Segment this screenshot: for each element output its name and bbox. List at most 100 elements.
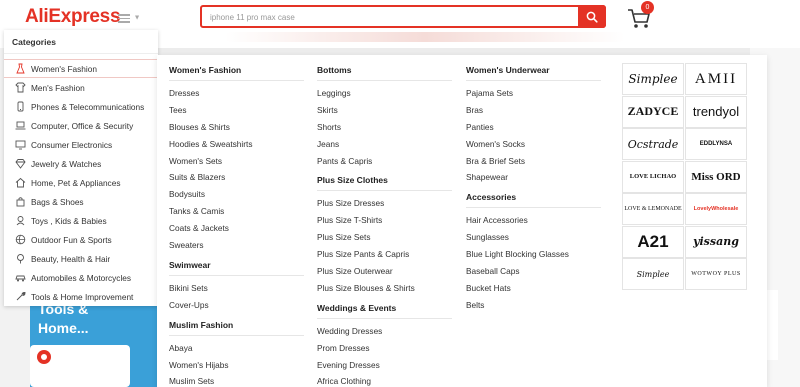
brand-logo[interactable]: trendyol [685,95,747,128]
menu-section-title[interactable]: Weddings & Events [317,301,457,315]
brand-logo[interactable]: Simplee [622,258,684,290]
category-item[interactable]: Automobiles & Motorcycles [4,268,158,287]
menu-link[interactable]: Leggings [317,85,457,102]
menu-link[interactable]: Plus Size Blouses & Shirts [317,280,457,297]
menu-link[interactable]: Blouses & Shirts [169,119,309,136]
menu-link[interactable]: Shapewear [466,169,606,186]
brand-logo[interactable]: Simplee [622,63,684,95]
divider [169,334,304,336]
brand-logo[interactable]: LovelyWholesale [685,193,747,225]
menu-link[interactable]: Evening Dresses [317,357,457,374]
category-item[interactable]: Tools & Home Improvement [4,287,158,306]
menu-section-title[interactable]: Plus Size Clothes [317,173,457,187]
menu-link[interactable]: Prom Dresses [317,340,457,357]
diamond-icon [15,158,26,169]
category-menu-button[interactable]: ▼ [118,9,148,27]
menu-section-title[interactable]: Bottoms [317,63,457,77]
category-item[interactable]: Beauty, Health & Hair [4,249,158,268]
category-item-label: Jewelry & Watches [31,158,102,169]
menu-link[interactable]: Bucket Hats [466,280,606,297]
menu-link[interactable]: Coats & Jackets [169,220,309,237]
chevron-down-icon: ▼ [133,14,141,22]
menu-link[interactable]: Bodysuits [169,186,309,203]
menu-link[interactable]: Tanks & Camis [169,203,309,220]
menu-link[interactable]: Pants & Capris [317,153,457,170]
menu-link[interactable]: Women's Sets [169,153,309,170]
menu-section-title[interactable]: Women's Underwear [466,63,606,77]
brand-logo[interactable]: yissang [685,225,747,258]
menu-link[interactable]: Tees [169,102,309,119]
home-icon [15,177,26,188]
menu-link[interactable]: Suits & Blazers [169,169,309,186]
menu-link[interactable]: Panties [466,119,606,136]
category-item[interactable]: Consumer Electronics [4,135,158,154]
category-item[interactable]: Outdoor Fun & Sports [4,230,158,249]
search-input[interactable] [202,8,572,27]
category-item[interactable]: Phones & Telecommunications [4,97,158,116]
menu-link[interactable]: Belts [466,297,606,314]
search-button[interactable] [578,5,606,28]
category-item-label: Tools & Home Improvement [31,291,134,302]
category-item[interactable]: Women's Fashion [4,59,162,78]
brand-logo[interactable]: EDDLYNSA [685,128,747,160]
category-item-label: Beauty, Health & Hair [31,253,111,264]
menu-link[interactable]: Plus Size Sets [317,229,457,246]
menu-section-title[interactable]: Women's Fashion [169,63,309,77]
category-item[interactable]: Bags & Shoes [4,192,158,211]
brand-name: LOVE LICHAO [629,173,677,180]
menu-link[interactable]: Bikini Sets [169,280,309,297]
menu-link[interactable]: Plus Size Pants & Capris [317,246,457,263]
menu-link[interactable]: Shorts [317,119,457,136]
menu-link[interactable]: Hoodies & Sweatshirts [169,136,309,153]
menu-link[interactable]: Blue Light Blocking Glasses [466,246,606,263]
menu-link[interactable]: Plus Size Outerwear [317,263,457,280]
category-item[interactable]: Men's Fashion [4,78,158,97]
brand-logo[interactable]: LOVE LICHAO [622,160,684,193]
menu-section-title[interactable]: Accessories [466,190,606,204]
shirt-icon [15,82,26,93]
menu-link[interactable]: Cover-Ups [169,297,309,314]
menu-link[interactable]: Women's Socks [466,136,606,153]
menu-link[interactable]: Plus Size T-Shirts [317,212,457,229]
brand-logo[interactable]: LOVE & LEMONADE [622,193,684,225]
menu-link[interactable]: Dresses [169,85,309,102]
menu-link[interactable]: Abaya [169,340,309,357]
brand-logo[interactable]: A21 [622,225,684,258]
brand-logo[interactable]: Ocstrade [622,128,684,160]
search-icon [586,11,598,23]
menu-link[interactable]: Baseball Caps [466,263,606,280]
brand-logo[interactable]: WOTWOY PLUS [685,258,747,290]
menu-link[interactable]: Hair Accessories [466,212,606,229]
category-item[interactable]: Jewelry & Watches [4,154,158,173]
menu-section-title[interactable]: Swimwear [169,258,309,272]
menu-link[interactable]: Women's Hijabs [169,357,309,374]
tools-icon [15,291,26,302]
cart-count-badge: 0 [641,1,654,14]
brand-name: Ocstrade [627,137,679,151]
brand-logo[interactable]: AMII [685,63,747,95]
aliexpress-logo[interactable]: AliExpress [25,6,121,28]
promo-logo-icon [37,350,51,364]
category-item-label: Men's Fashion [31,82,85,93]
hamburger-icon [118,12,130,25]
menu-link[interactable]: Wedding Dresses [317,323,457,340]
category-item[interactable]: Toys , Kids & Babies [4,211,158,230]
brand-logo[interactable]: ZADYCE [622,95,684,128]
menu-link[interactable]: Pajama Sets [466,85,606,102]
category-item[interactable]: Computer, Office & Security [4,116,158,135]
brand-logo[interactable]: Miss ORD [685,160,747,193]
category-item-label: Consumer Electronics [31,139,113,150]
menu-link[interactable]: Africa Clothing [317,373,457,387]
mega-menu: Women's Fashion Dresses Tees Blouses & Shir… [157,55,767,387]
menu-link[interactable]: Bra & Brief Sets [466,153,606,170]
category-item[interactable]: Home, Pet & Appliances [4,173,158,192]
menu-link[interactable]: Muslim Sets [169,373,309,387]
divider [466,80,601,81]
menu-link[interactable]: Plus Size Dresses [317,195,457,212]
menu-link[interactable]: Sunglasses [466,229,606,246]
menu-link[interactable]: Skirts [317,102,457,119]
menu-link[interactable]: Bras [466,102,606,119]
menu-link[interactable]: Sweaters [169,237,309,254]
menu-link[interactable]: Jeans [317,136,457,153]
menu-section-title[interactable]: Muslim Fashion [169,318,309,332]
